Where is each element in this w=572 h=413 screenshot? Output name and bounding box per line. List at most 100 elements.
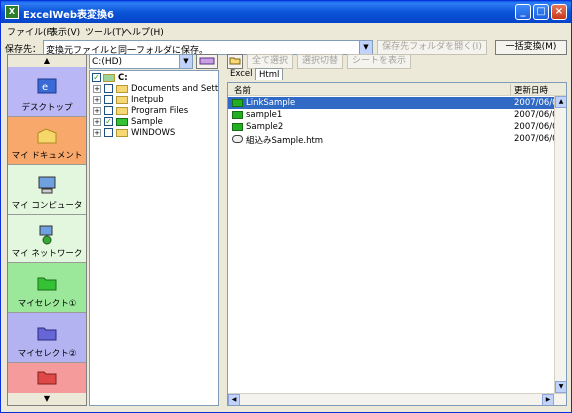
checkbox[interactable] (104, 95, 113, 104)
tree-item-label: Program Files (131, 106, 189, 116)
drive-select-value: C:(HD) (92, 57, 123, 67)
file-list-pane: 全て選択 選択切替 シートを表示 Excel Html 名前 更新日時 Link… (223, 54, 569, 406)
tree-item-label: Inetpub (131, 95, 164, 105)
file-name: 組込みSample.htm (246, 136, 324, 146)
menu-tools[interactable]: ツール(T) (85, 25, 125, 38)
tree-item[interactable]: + Program Files (93, 106, 218, 117)
scroll-down-button[interactable]: ▼ (555, 381, 566, 393)
list-item[interactable]: 組込みSample.htm 2007/06/08 (228, 133, 566, 146)
list-header: 名前 更新日時 (228, 83, 566, 96)
list-item[interactable]: LinkSample 2007/06/08 (228, 97, 566, 109)
up-folder-button[interactable] (227, 54, 243, 69)
chevron-down-icon[interactable]: ▼ (179, 55, 192, 68)
expand-icon[interactable]: + (93, 118, 101, 126)
maximize-button[interactable]: □ (533, 4, 549, 20)
tree-root-label: C: (118, 73, 128, 83)
htm-file-icon (232, 135, 243, 143)
shortcut-label: マイ ネットワーク (11, 249, 83, 259)
menu-file[interactable]: ファイル(F) (7, 25, 55, 38)
shortcut-label: マイ ドキュメント (11, 151, 83, 161)
my-documents-icon (37, 128, 57, 144)
folder-blue-icon (37, 327, 57, 341)
window-title: ExcelWeb表変換6 (23, 10, 114, 21)
folder-green-icon (37, 277, 57, 291)
file-list: 名前 更新日時 LinkSample 2007/06/08 sample1 20… (227, 82, 567, 406)
shortcut-label: マイ コンピュータ (11, 201, 83, 211)
svg-text:e: e (42, 82, 48, 93)
checkbox[interactable]: ✓ (104, 117, 113, 126)
tab-excel[interactable]: Excel (227, 68, 256, 80)
tree-item[interactable]: + Inetpub (93, 95, 218, 106)
drive-icon (199, 57, 215, 65)
close-button[interactable]: × (551, 4, 567, 20)
scroll-left-button[interactable]: ◀ (228, 394, 240, 405)
column-header-date[interactable]: 更新日時 (514, 84, 548, 96)
expand-icon[interactable]: + (93, 85, 101, 93)
my-network-icon (39, 225, 53, 245)
checkbox[interactable] (104, 128, 113, 137)
file-name: LinkSample (246, 98, 296, 108)
file-name: sample1 (246, 110, 283, 120)
shortcut-label: マイセレクト② (17, 349, 77, 359)
menu-bar: ファイル(F) 表示(V) ツール(T) ヘルプ(H) (1, 23, 571, 39)
column-divider[interactable] (510, 84, 511, 95)
title-bar: X ExcelWeb表変換6 _ □ × (1, 1, 571, 23)
checkbox[interactable]: ✓ (92, 73, 101, 82)
select-all-button[interactable]: 全て選択 (247, 54, 293, 69)
shortcut-my-select-1[interactable]: マイセレクト① (8, 263, 86, 313)
shortcut-scroll-down-button[interactable]: ▼ (8, 393, 86, 405)
shortcut-my-network[interactable]: マイ ネットワーク (8, 215, 86, 263)
save-destination-select[interactable]: 変換元ファイルと同一フォルダに保存。 ▼ (43, 40, 373, 56)
checkbox[interactable] (104, 84, 113, 93)
tree-item[interactable]: + WINDOWS (93, 128, 218, 139)
app-window: X ExcelWeb表変換6 _ □ × ファイル(F) 表示(V) ツール(T… (0, 0, 572, 413)
chevron-down-icon[interactable]: ▼ (359, 41, 372, 54)
shortcut-label: マイセレクト① (17, 299, 77, 309)
show-sheet-button[interactable]: シートを表示 (347, 54, 411, 69)
shortcut-my-computer[interactable]: マイ コンピュータ (8, 165, 86, 215)
folder-tree: ✓ C: + Documents and Settin + Inetpub + (89, 70, 219, 406)
menu-help[interactable]: ヘルプ(H) (123, 25, 164, 38)
shortcut-my-documents[interactable]: マイ ドキュメント (8, 117, 86, 165)
expand-icon[interactable]: + (93, 129, 101, 137)
scroll-up-button[interactable]: ▲ (555, 96, 566, 108)
drive-button[interactable] (196, 54, 218, 69)
tab-html[interactable]: Html (255, 68, 284, 80)
column-header-name[interactable]: 名前 (234, 84, 251, 96)
tree-item[interactable]: + ✓ Sample (93, 117, 218, 128)
folder-icon (116, 118, 128, 126)
shortcut-label: デスクトップ (21, 103, 73, 113)
tree-root[interactable]: ✓ C: (92, 73, 212, 84)
drive-select[interactable]: C:(HD) ▼ (89, 54, 193, 69)
folder-icon (116, 85, 128, 93)
toggle-select-button[interactable]: 選択切替 (297, 54, 343, 69)
expand-icon[interactable]: + (93, 96, 101, 104)
folder-tree-pane: C:(HD) ▼ ✓ C: + Documents and Settin + I… (89, 54, 219, 406)
checkbox[interactable] (104, 106, 113, 115)
shortcut-desktop[interactable]: e デスクトップ (8, 67, 86, 117)
horizontal-scrollbar[interactable]: ◀ ▶ (228, 393, 566, 405)
my-computer-icon (38, 176, 56, 194)
folder-icon (116, 129, 128, 137)
tree-item[interactable]: + Documents and Settin (93, 84, 218, 95)
vertical-scrollbar[interactable]: ▲ ▼ (554, 96, 566, 393)
shortcut-pane: ▲ e デスクトップ マイ ドキュメント マイ コンピュータ マイ ネットワーク… (7, 54, 87, 406)
menu-view[interactable]: 表示(V) (49, 25, 80, 38)
folder-icon (116, 96, 128, 104)
open-save-folder-button[interactable]: 保存先フォルダを開く(I) (377, 40, 487, 55)
tree-item-label: WINDOWS (131, 128, 176, 138)
tree-item-label: Documents and Settin (131, 84, 219, 94)
folder-icon (232, 99, 243, 107)
desktop-icon: e (37, 78, 57, 94)
list-item[interactable]: Sample2 2007/06/08 (228, 121, 566, 133)
file-name: Sample2 (246, 122, 284, 132)
expand-icon[interactable]: + (93, 107, 101, 115)
drive-icon (103, 74, 115, 82)
shortcut-my-select-2[interactable]: マイセレクト② (8, 313, 86, 363)
scroll-right-button[interactable]: ▶ (542, 394, 554, 405)
batch-convert-button[interactable]: 一括変換(M) (495, 40, 567, 55)
minimize-button[interactable]: _ (515, 4, 531, 20)
shortcut-scroll-up-button[interactable]: ▲ (8, 55, 86, 67)
shortcut-my-select-3[interactable] (8, 363, 86, 393)
list-item[interactable]: sample1 2007/06/08 (228, 109, 566, 121)
